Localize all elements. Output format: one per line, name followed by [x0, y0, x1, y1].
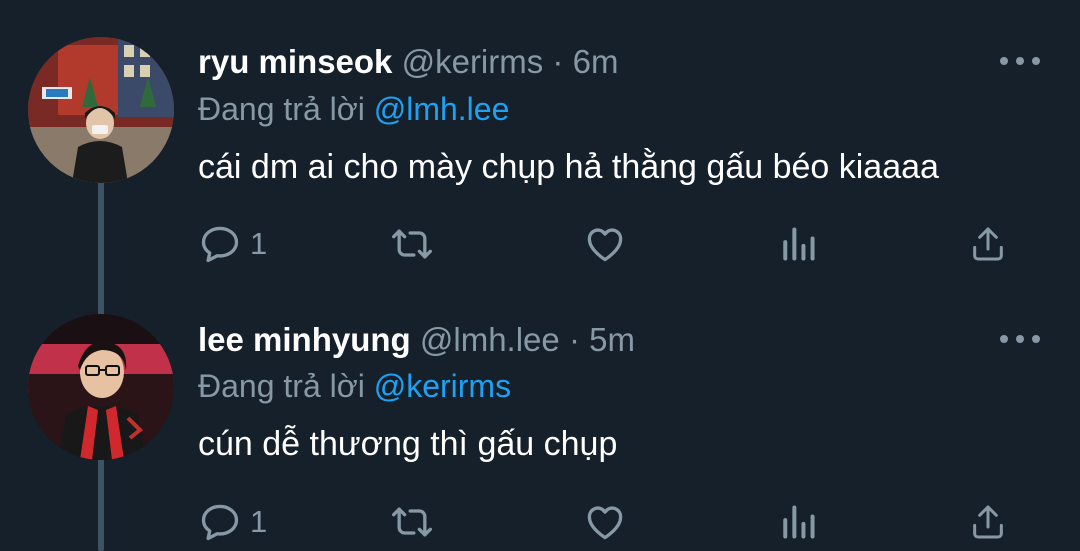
retweet-button[interactable]: [388, 497, 436, 547]
like-button[interactable]: [583, 497, 627, 547]
reply-button[interactable]: 1: [198, 497, 267, 547]
user-handle[interactable]: @lmh.lee: [420, 321, 560, 358]
display-name[interactable]: lee minhyung: [198, 321, 411, 358]
timestamp[interactable]: 5m: [589, 321, 635, 358]
tweet-header: lee minhyung @lmh.lee · 5m: [198, 320, 635, 360]
separator-dot: ·: [568, 321, 580, 358]
tweet[interactable]: lee minhyung @lmh.lee · 5m Đang trả lời …: [0, 0, 1080, 551]
replying-to: Đang trả lời @kerirms: [198, 366, 511, 406]
action-bar: 1: [198, 497, 1028, 547]
reply-count: 1: [250, 504, 268, 539]
retweet-icon: [392, 507, 432, 537]
analytics-icon: [783, 505, 815, 539]
analytics-button[interactable]: [778, 497, 818, 547]
share-button[interactable]: [968, 497, 1008, 547]
more-dots-icon[interactable]: [1000, 331, 1040, 347]
heart-icon: [587, 506, 623, 540]
avatar[interactable]: [28, 314, 174, 460]
replying-to-label: Đang trả lời: [198, 368, 365, 404]
user-photo-icon: [28, 314, 174, 460]
comment-icon: [201, 504, 239, 541]
mention-link[interactable]: @kerirms: [374, 368, 511, 404]
share-icon: [973, 505, 1003, 539]
tweet-text: cún dễ thương thì gấu chụp: [198, 425, 618, 463]
